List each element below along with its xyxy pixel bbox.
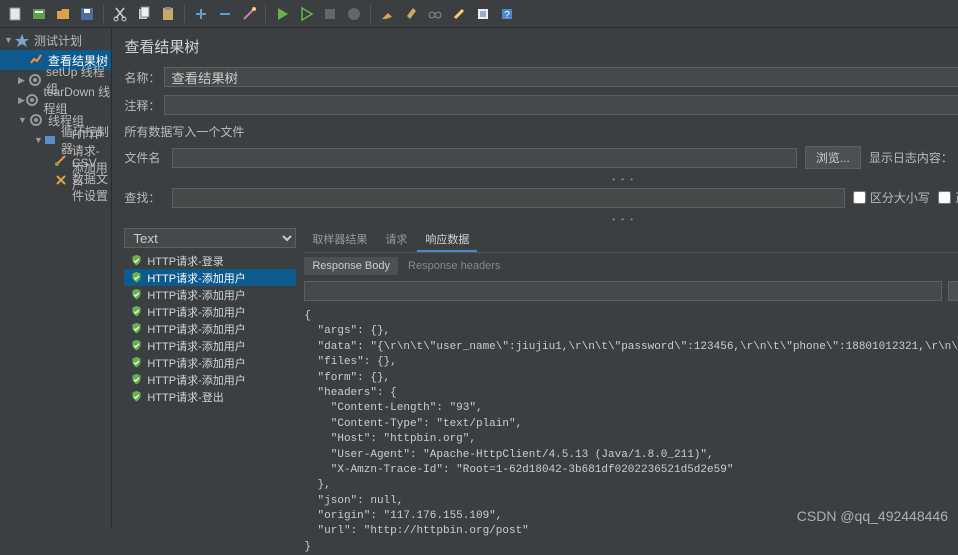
filename-label: 文件名: [124, 149, 164, 166]
result-list[interactable]: HTTP请求-登录 HTTP请求-添加用户 HTTP请求-添加用户 HTTP请求…: [124, 252, 296, 405]
add-icon[interactable]: [190, 3, 212, 25]
name-label: 名称：: [124, 69, 164, 86]
tree-root[interactable]: ▼测试计划: [0, 30, 111, 50]
sweep-icon[interactable]: [376, 3, 398, 25]
save-icon[interactable]: [76, 3, 98, 25]
list-icon[interactable]: [472, 3, 494, 25]
play-sel-icon[interactable]: [295, 3, 317, 25]
show-log-label: 显示日志内容：: [869, 149, 953, 166]
result-row[interactable]: HTTP请求-添加用户: [124, 303, 296, 320]
stop-all-icon[interactable]: [343, 3, 365, 25]
result-row[interactable]: HTTP请求-登录: [124, 252, 296, 269]
result-tree-panel: Text HTTP请求-登录 HTTP请求-添加用户 HTTP请求-添加用户 H…: [124, 228, 296, 555]
search-label: 查找：: [124, 189, 164, 206]
result-row[interactable]: HTTP请求-添加用户: [124, 371, 296, 388]
cut-icon[interactable]: [109, 3, 131, 25]
renderer-select[interactable]: Text: [124, 228, 296, 248]
divider-dots-2: • • •: [124, 215, 958, 224]
file-section-label: 所有数据写入一个文件: [124, 123, 958, 140]
result-row[interactable]: HTTP请求-添加用户: [124, 354, 296, 371]
help-icon[interactable]: ?: [496, 3, 518, 25]
play-icon[interactable]: [271, 3, 293, 25]
result-row[interactable]: HTTP请求-添加用户: [124, 337, 296, 354]
response-body[interactable]: { "args": {}, "data": "{\r\n\t\"user_nam…: [304, 309, 958, 555]
divider-dots: • • •: [124, 175, 958, 184]
toolbar: ?: [0, 0, 958, 28]
template-icon[interactable]: [28, 3, 50, 25]
tab-response[interactable]: 响应数据: [417, 228, 477, 252]
result-row[interactable]: HTTP请求-登出: [124, 388, 296, 405]
stop-icon[interactable]: [319, 3, 341, 25]
search-input[interactable]: [172, 188, 844, 208]
result-row[interactable]: HTTP请求-添加用户: [124, 269, 296, 286]
clean-icon[interactable]: [448, 3, 470, 25]
case-check[interactable]: 区分大小写: [853, 189, 930, 206]
subtab-headers[interactable]: Response headers: [400, 257, 508, 275]
detail-panel: 取样器结果 请求 响应数据 Response Body Response hea…: [304, 228, 958, 555]
svg-text:?: ?: [504, 10, 510, 21]
regex-check[interactable]: 正则表达式: [938, 189, 958, 206]
result-row[interactable]: HTTP请求-添加用户: [124, 286, 296, 303]
new-icon[interactable]: [4, 3, 26, 25]
tree-item-teardown[interactable]: ▶tearDown 线程组: [0, 90, 111, 110]
copy-icon[interactable]: [133, 3, 155, 25]
tree-label: 测试计划: [34, 32, 82, 49]
subtab-body[interactable]: Response Body: [304, 257, 398, 275]
find-input[interactable]: [304, 281, 941, 301]
paste-icon[interactable]: [157, 3, 179, 25]
find-button[interactable]: Find: [948, 281, 958, 301]
test-plan-tree[interactable]: ▼测试计划 查看结果树 ▶setUp 线程组 ▶tearDown 线程组 ▼线程…: [0, 28, 112, 528]
result-row[interactable]: HTTP请求-添加用户: [124, 320, 296, 337]
broom-icon[interactable]: [400, 3, 422, 25]
comment-label: 注释：: [124, 97, 164, 114]
content-panel: 查看结果树 名称： 注释： 所有数据写入一个文件 文件名 浏览... 显示日志内…: [112, 28, 958, 528]
wand-icon[interactable]: [238, 3, 260, 25]
name-input[interactable]: [164, 67, 958, 87]
comment-input[interactable]: [164, 95, 958, 115]
open-icon[interactable]: [52, 3, 74, 25]
filename-input[interactable]: [172, 148, 796, 168]
binoc-icon[interactable]: [424, 3, 446, 25]
tree-item-csv[interactable]: CSV 数据文件设置: [0, 170, 111, 190]
tab-request[interactable]: 请求: [377, 228, 415, 252]
page-title: 查看结果树: [124, 36, 958, 57]
remove-icon[interactable]: [214, 3, 236, 25]
browse-button[interactable]: 浏览...: [805, 146, 861, 169]
tab-sampler[interactable]: 取样器结果: [304, 228, 375, 252]
